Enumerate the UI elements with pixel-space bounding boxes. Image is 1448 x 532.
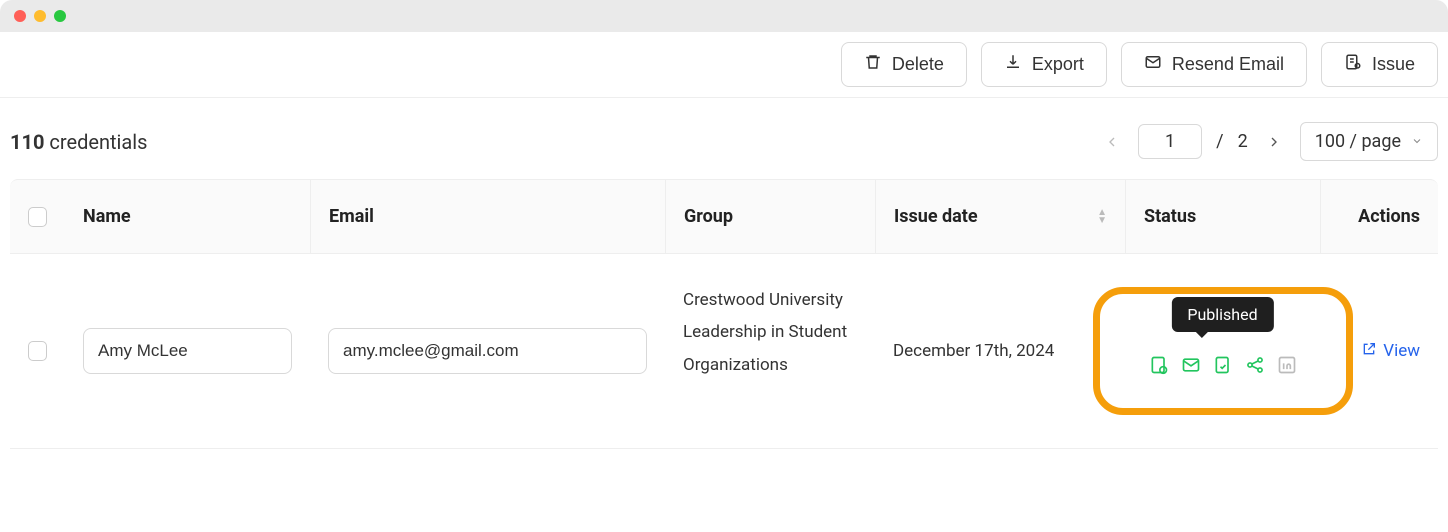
issue-button[interactable]: Issue — [1321, 42, 1438, 87]
issue-date-cell: December 17th, 2024 — [875, 254, 1125, 448]
list-controls: 110 credentials 1 / 2 100 / page — [0, 98, 1448, 179]
delete-button[interactable]: Delete — [841, 42, 967, 87]
table-row: Crestwood University Leadership in Stude… — [10, 254, 1438, 449]
resend-email-button-label: Resend Email — [1172, 54, 1284, 75]
resend-email-button[interactable]: Resend Email — [1121, 42, 1307, 87]
emailed-status-icon[interactable] — [1181, 355, 1201, 375]
row-checkbox[interactable] — [28, 341, 47, 361]
window-titlebar — [0, 0, 1448, 32]
issue-button-label: Issue — [1372, 54, 1415, 75]
trash-icon — [864, 53, 882, 76]
total-pages: 2 — [1238, 131, 1248, 152]
column-header-actions: Actions — [1320, 180, 1438, 253]
column-header-status[interactable]: Status — [1125, 180, 1320, 253]
select-all-checkbox[interactable] — [28, 207, 47, 227]
credentials-count-label: credentials — [49, 130, 147, 154]
view-link[interactable]: View — [1361, 341, 1420, 362]
credentials-count-number: 110 — [10, 130, 44, 154]
status-cell: Published — [1143, 327, 1302, 375]
column-header-issue-date-label: Issue date — [894, 206, 978, 227]
shared-status-icon[interactable] — [1245, 355, 1265, 375]
page-separator: / — [1216, 131, 1223, 152]
window-close-button[interactable] — [14, 10, 26, 22]
credentials-table: Name Email Group Issue date ▲▼ Status Ac… — [10, 179, 1438, 449]
view-link-label: View — [1383, 341, 1420, 361]
table-header: Name Email Group Issue date ▲▼ Status Ac… — [10, 179, 1438, 254]
linkedin-status-icon[interactable] — [1277, 355, 1297, 375]
download-icon — [1004, 53, 1022, 76]
action-toolbar: Delete Export Resend Email Issue — [0, 32, 1448, 98]
page-size-label: 100 / page — [1315, 131, 1401, 152]
email-input[interactable] — [328, 328, 647, 374]
column-header-group[interactable]: Group — [665, 180, 875, 253]
status-tooltip: Published — [1171, 297, 1273, 332]
export-button-label: Export — [1032, 54, 1084, 75]
sort-icon: ▲▼ — [1097, 209, 1107, 225]
viewed-status-icon[interactable] — [1213, 355, 1233, 375]
delete-button-label: Delete — [892, 54, 944, 75]
column-header-name[interactable]: Name — [65, 180, 310, 253]
next-page-button[interactable] — [1262, 130, 1286, 154]
window-minimize-button[interactable] — [34, 10, 46, 22]
certificate-icon — [1344, 53, 1362, 76]
mail-icon — [1144, 53, 1162, 76]
group-cell: Crestwood University Leadership in Stude… — [665, 254, 875, 448]
chevron-down-icon — [1411, 131, 1423, 152]
published-status-icon[interactable] — [1149, 355, 1169, 375]
current-page-input[interactable]: 1 — [1138, 124, 1202, 159]
column-header-email[interactable]: Email — [310, 180, 665, 253]
column-header-issue-date[interactable]: Issue date ▲▼ — [875, 180, 1125, 253]
prev-page-button[interactable] — [1100, 130, 1124, 154]
external-link-icon — [1361, 341, 1377, 362]
page-size-select[interactable]: 100 / page — [1300, 122, 1438, 161]
export-button[interactable]: Export — [981, 42, 1107, 87]
name-input[interactable] — [83, 328, 292, 374]
credentials-count: 110 credentials — [10, 130, 147, 154]
window-maximize-button[interactable] — [54, 10, 66, 22]
pagination: 1 / 2 100 / page — [1100, 122, 1438, 161]
status-icons — [1149, 355, 1297, 375]
